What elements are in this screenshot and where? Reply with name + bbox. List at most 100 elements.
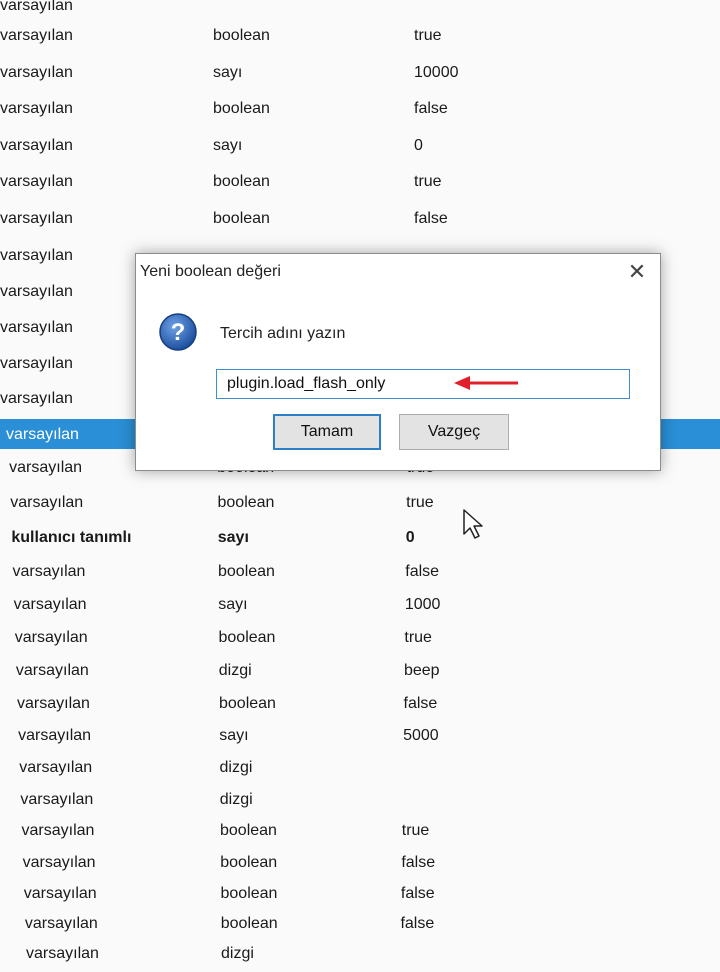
close-icon[interactable]: ✕: [626, 261, 648, 283]
table-row[interactable]: varsayılan sayı 5000: [0, 720, 720, 754]
status-cell: varsayılan: [0, 247, 73, 264]
status-cell: varsayılan: [0, 283, 73, 300]
value-cell: true: [401, 822, 430, 839]
svg-text:?: ?: [171, 319, 186, 346]
status-cell: varsayılan: [0, 210, 73, 227]
table-row[interactable]: varsayılan sayı 0: [0, 130, 720, 164]
value-cell: 0: [414, 137, 423, 154]
type-cell: sayı: [219, 727, 249, 744]
preferences-table: varsayılan varsayılan boolean true varsayıla…: [0, 0, 720, 962]
table-row[interactable]: varsayılan boolean true: [0, 487, 720, 521]
status-cell: varsayılan: [0, 173, 73, 190]
type-cell: boolean: [218, 563, 275, 580]
value-cell: true: [406, 494, 434, 511]
status-cell: varsayılan: [14, 629, 88, 646]
table-row[interactable]: varsayılan dizgi: [0, 938, 720, 972]
type-cell: boolean: [219, 695, 276, 712]
status-cell: varsayılan: [0, 0, 73, 14]
status-cell: varsayılan: [23, 885, 97, 902]
status-cell: varsayılan: [26, 945, 99, 962]
value-cell: false: [405, 563, 440, 580]
table-row[interactable]: varsayılan dizgi beep: [0, 655, 720, 689]
table-row[interactable]: kullanıcı tanımlı sayı 0: [0, 522, 720, 556]
type-cell: dizgi: [221, 945, 254, 962]
type-cell: boolean: [213, 100, 270, 117]
table-row[interactable]: varsayılan dizgi: [0, 752, 720, 786]
type-cell: boolean: [213, 173, 270, 190]
table-row[interactable]: varsayılan boolean true: [0, 20, 720, 54]
type-cell: sayı: [217, 529, 249, 546]
status-cell: varsayılan: [0, 390, 73, 407]
type-cell: boolean: [220, 822, 277, 839]
status-cell: varsayılan: [20, 791, 94, 808]
value-cell: false: [414, 210, 448, 227]
status-cell: varsayılan: [24, 915, 98, 932]
table-row[interactable]: varsayılan boolean false: [0, 93, 720, 127]
type-cell: boolean: [213, 27, 270, 44]
status-cell: varsayılan: [12, 563, 86, 580]
type-cell: dizgi: [218, 662, 252, 679]
type-cell: dizgi: [219, 791, 253, 808]
table-row[interactable]: varsayılan boolean false: [0, 688, 720, 722]
status-cell: varsayılan: [0, 64, 73, 81]
value-cell: false: [414, 100, 448, 117]
status-cell: varsayılan: [0, 355, 73, 372]
type-cell: dizgi: [219, 759, 253, 776]
status-cell: varsayılan: [13, 596, 87, 613]
status-cell: varsayılan: [0, 319, 73, 336]
status-cell: varsayılan: [19, 759, 93, 776]
table-row[interactable]: varsayılan boolean true: [0, 622, 720, 656]
table-row[interactable]: varsayılan sayı 10000: [0, 57, 720, 91]
value-cell: false: [400, 885, 435, 902]
value-cell: true: [414, 173, 442, 190]
table-row[interactable]: varsayılan boolean false: [0, 878, 720, 912]
dialog-title: Yeni boolean değeri: [140, 263, 281, 280]
value-cell: 5000: [403, 727, 439, 744]
type-cell: boolean: [217, 494, 275, 511]
value-cell: false: [401, 854, 436, 871]
status-cell: varsayılan: [0, 27, 73, 44]
type-cell: boolean: [220, 915, 278, 932]
type-cell: sayı: [213, 137, 243, 154]
status-cell: varsayılan: [18, 727, 92, 744]
type-cell: sayı: [218, 596, 248, 613]
table-row[interactable]: varsayılan boolean false: [0, 203, 720, 237]
value-cell: false: [400, 915, 435, 932]
type-cell: boolean: [218, 629, 276, 646]
status-cell: varsayılan: [22, 854, 96, 871]
value-cell: true: [404, 629, 432, 646]
status-cell: varsayılan: [9, 459, 83, 476]
status-cell: varsayılan: [17, 695, 90, 712]
type-cell: boolean: [220, 854, 278, 871]
ok-button[interactable]: Tamam: [273, 414, 381, 450]
table-row[interactable]: varsayılan boolean true: [0, 815, 720, 849]
value-cell: 1000: [404, 596, 441, 613]
mouse-cursor-icon: [463, 509, 483, 539]
value-cell: 10000: [414, 64, 459, 81]
prompt-label: Tercih adını yazın: [220, 325, 346, 342]
status-cell: kullanıcı tanımlı: [11, 529, 132, 546]
value-cell: beep: [403, 662, 440, 679]
type-cell: sayı: [213, 64, 243, 81]
preference-name-input[interactable]: [216, 369, 630, 399]
status-cell: varsayılan: [10, 494, 84, 511]
status-cell: varsayılan: [6, 426, 79, 443]
status-cell: varsayılan: [21, 822, 95, 839]
value-cell: 0: [405, 529, 415, 546]
new-boolean-dialog: Yeni boolean değeri ✕ ? Tercih adını yaz…: [135, 253, 661, 471]
type-cell: boolean: [213, 210, 270, 227]
question-icon: ?: [159, 313, 197, 351]
value-cell: false: [403, 695, 438, 712]
table-row[interactable]: varsayılan boolean false: [0, 556, 720, 590]
table-row[interactable]: varsayılan boolean false: [0, 847, 720, 881]
table-row[interactable]: varsayılan boolean true: [0, 166, 720, 200]
table-row[interactable]: varsayılan boolean false: [0, 908, 720, 942]
table-row[interactable]: varsayılan sayı 1000: [0, 589, 720, 623]
type-cell: boolean: [220, 885, 278, 902]
status-cell: varsayılan: [0, 100, 73, 117]
cancel-button[interactable]: Vazgeç: [399, 414, 509, 450]
status-cell: varsayılan: [15, 662, 89, 679]
status-cell: varsayılan: [0, 137, 73, 154]
table-row[interactable]: varsayılan dizgi: [0, 784, 720, 818]
value-cell: true: [414, 27, 442, 44]
